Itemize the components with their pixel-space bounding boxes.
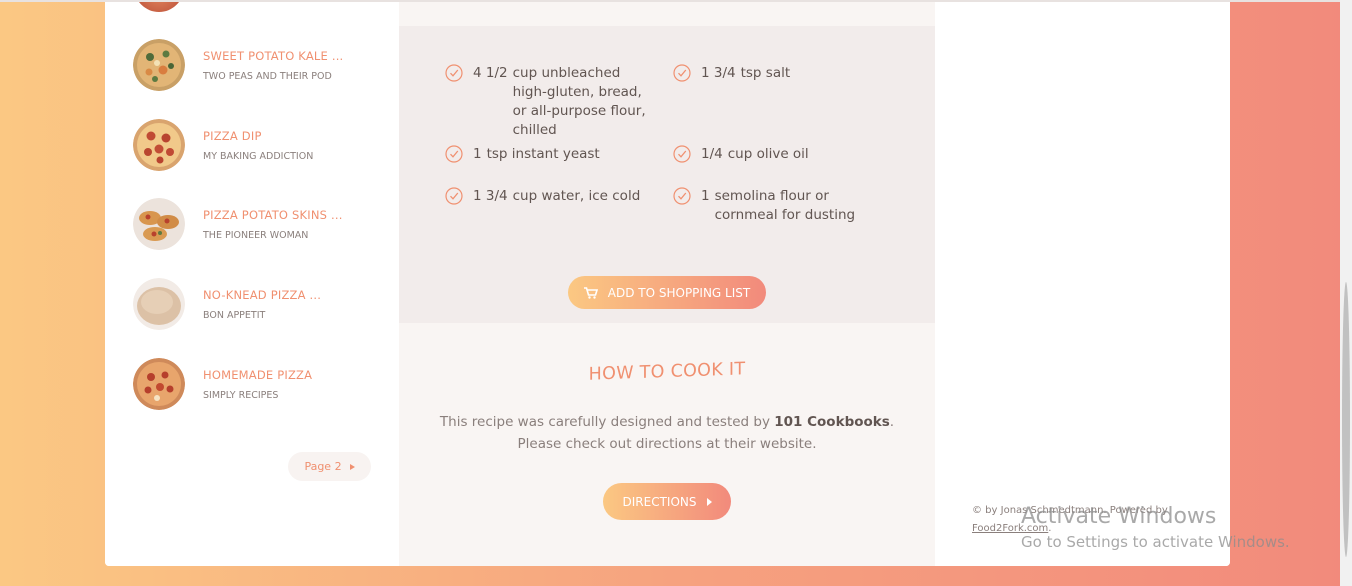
check-icon <box>673 145 691 163</box>
ingredient-quantity: 1 3/4 <box>473 188 508 204</box>
add-to-shopping-list-button[interactable]: Add to shopping list <box>568 276 766 309</box>
result-item[interactable]: No-Knead Pizza ... Bon Appetit <box>133 278 321 330</box>
recipe-panel: 4 1/2 cup unbleached high-gluten, bread,… <box>399 2 935 566</box>
scrollbar-thumb[interactable] <box>1342 282 1350 557</box>
ingredient-item: 1/4 cup olive oil <box>673 145 893 164</box>
result-thumbnail <box>133 278 185 330</box>
result-title: Pizza Dip <box>203 128 262 143</box>
ingredient-quantity: 1 <box>701 188 710 204</box>
result-item[interactable]: Sweet Potato Kale ... Two Peas and Their… <box>133 39 343 91</box>
add-to-shopping-list-label: Add to shopping list <box>607 285 751 300</box>
ingredient-item: 1 3/4 tsp salt <box>673 64 893 83</box>
ingredient-quantity: 4 1/2 <box>473 65 508 81</box>
result-thumbnail <box>133 358 185 410</box>
shopping-list-panel: © by Jonas Schmedtmann. Powered by Food2… <box>935 2 1230 566</box>
result-source: My Baking Addiction <box>203 150 314 162</box>
ingredient-item: 1 semolina flour or cornmeal for dusting <box>673 187 893 225</box>
result-thumbnail[interactable] <box>134 2 184 12</box>
recipe-header-strip <box>399 2 935 26</box>
directions-text-part: This recipe was carefully designed and t… <box>439 414 775 430</box>
ingredient-item: 4 1/2 cup unbleached high-gluten, bread,… <box>445 64 660 140</box>
result-source: Bon Appetit <box>203 309 266 321</box>
activate-windows-watermark: Activate Windows Go to Settings to activ… <box>1021 504 1290 551</box>
directions-button[interactable]: Directions <box>603 483 731 520</box>
ingredient-quantity: 1/4 <box>701 146 723 162</box>
directions-text: This recipe was carefully designed and t… <box>429 411 905 455</box>
ingredient-item: 1 tsp instant yeast <box>445 145 660 164</box>
pager-label: Page 2 <box>304 460 342 473</box>
watermark-subtitle: Go to Settings to activate Windows. <box>1021 533 1290 551</box>
result-source: Simply Recipes <box>203 389 279 401</box>
ingredient-description: cup olive oil <box>727 146 809 162</box>
result-source: Two Peas and Their Pod <box>203 70 332 82</box>
page-scrollbar[interactable] <box>1340 0 1352 586</box>
result-item[interactable]: Pizza Potato Skins ... The Pioneer Woman <box>133 198 343 250</box>
results-panel: Sweet Potato Kale ... Two Peas and Their… <box>105 2 399 566</box>
result-thumbnail <box>133 119 185 171</box>
ingredient-quantity: 1 3/4 <box>701 65 736 81</box>
result-title: Pizza Potato Skins ... <box>203 207 343 222</box>
ingredient-description: cup water, ice cold <box>512 188 641 204</box>
result-title: Sweet Potato Kale ... <box>203 48 344 63</box>
result-item[interactable]: Pizza Dip My Baking Addiction <box>133 119 313 171</box>
ingredient-description: tsp instant yeast <box>486 146 600 162</box>
result-title: Homemade Pizza <box>203 367 313 382</box>
publisher-name: 101 Cookbooks <box>774 414 890 430</box>
how-to-cook-heading: How to cook it <box>588 359 746 385</box>
check-icon <box>445 64 463 82</box>
next-page-button[interactable]: Page 2 <box>288 452 371 481</box>
ingredient-description: tsp salt <box>740 65 791 81</box>
ingredient-description: cup unbleached high-gluten, bread, or al… <box>512 65 646 138</box>
cart-icon <box>583 286 598 299</box>
ingredient-list: 4 1/2 cup unbleached high-gluten, bread,… <box>399 26 935 323</box>
ingredient-item: 1 3/4 cup water, ice cold <box>445 187 660 206</box>
app-container: Sweet Potato Kale ... Two Peas and Their… <box>105 2 1230 566</box>
triangle-right-icon <box>349 463 355 470</box>
check-icon <box>673 187 691 205</box>
directions-label: Directions <box>622 494 697 509</box>
result-thumbnail <box>133 198 185 250</box>
check-icon <box>445 187 463 205</box>
result-title: No-Knead Pizza ... <box>203 287 322 302</box>
triangle-right-icon <box>706 497 712 506</box>
result-thumbnail <box>133 39 185 91</box>
watermark-title: Activate Windows <box>1021 504 1217 529</box>
check-icon <box>445 145 463 163</box>
ingredient-quantity: 1 <box>473 146 482 162</box>
result-item[interactable]: Homemade Pizza Simply Recipes <box>133 358 312 410</box>
check-icon <box>673 64 691 82</box>
ingredient-description: semolina flour or cornmeal for dusting <box>714 188 856 223</box>
result-source: The Pioneer Woman <box>203 229 309 241</box>
